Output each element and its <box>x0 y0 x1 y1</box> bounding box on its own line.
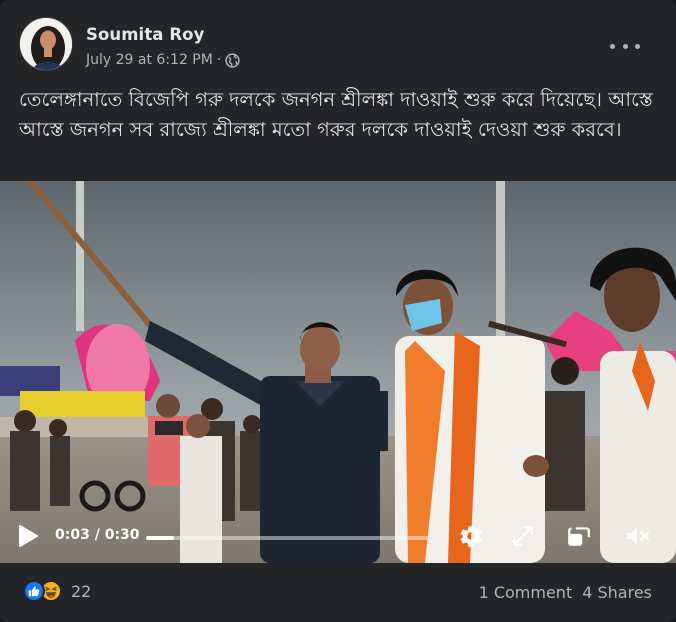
post-text: তেলেঙ্গানাতে বিজেপি গরু দলকে জনগন শ্রীলঙ… <box>19 88 653 141</box>
post-footer: 22 1 Comment 4 Shares <box>0 563 676 622</box>
fullscreen-icon[interactable] <box>510 523 536 549</box>
more-options-icon[interactable] <box>610 36 640 56</box>
post-meta: July 29 at 6:12 PM · <box>86 52 240 68</box>
reactions-summary[interactable]: 22 <box>23 580 91 602</box>
author-name[interactable]: Soumita Roy <box>86 25 204 44</box>
video-time: 0:03 / 0:30 <box>55 527 140 543</box>
play-icon[interactable] <box>17 524 39 548</box>
like-reaction-icon <box>23 580 45 602</box>
settings-icon[interactable] <box>458 523 484 549</box>
post-card: Soumita Roy July 29 at 6:12 PM · তেলেঙ্গ… <box>0 0 676 622</box>
video-controls: 0:03 / 0:30 <box>0 511 676 563</box>
more-dot <box>622 43 628 49</box>
duration: 0:30 <box>104 527 140 543</box>
video-frame <box>0 181 676 563</box>
seek-bar[interactable] <box>146 536 428 540</box>
globe-icon[interactable] <box>225 52 240 68</box>
seek-progress <box>146 536 175 540</box>
more-dot <box>610 43 615 49</box>
picture-in-picture-icon[interactable] <box>566 523 592 549</box>
post-date[interactable]: July 29 at 6:12 PM <box>86 52 213 68</box>
more-dot <box>635 43 640 49</box>
author-avatar[interactable] <box>19 17 73 71</box>
video-player[interactable]: 0:03 / 0:30 <box>0 181 676 563</box>
shares-count[interactable]: 4 Shares <box>582 583 652 602</box>
current-time: 0:03 <box>55 527 90 543</box>
meta-separator: · <box>216 52 222 68</box>
volume-muted-icon[interactable] <box>624 523 650 549</box>
post-header: Soumita Roy July 29 at 6:12 PM · <box>16 14 660 76</box>
engagement-stats: 1 Comment 4 Shares <box>479 583 652 602</box>
comments-count[interactable]: 1 Comment <box>479 583 573 602</box>
time-separator: / <box>89 527 105 543</box>
stats-spacer <box>572 583 582 602</box>
reaction-count: 22 <box>71 581 92 601</box>
